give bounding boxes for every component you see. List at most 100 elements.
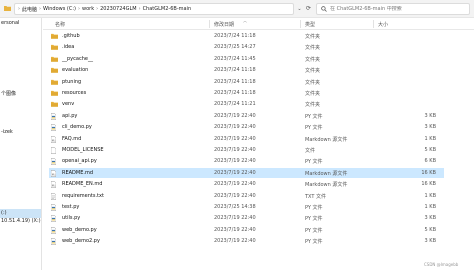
folder-icon xyxy=(51,79,58,85)
file-row[interactable]: resources 2023/7/24 11:18 文件夹 xyxy=(49,88,444,98)
svg-text:M↓: M↓ xyxy=(52,184,56,188)
file-size: 16 KB xyxy=(421,181,436,188)
file-row[interactable]: api.py 2023/7/19 22:40 PY 文件 3 KB xyxy=(49,111,444,121)
file-icon xyxy=(50,147,57,154)
file-date: 2023/7/19 22:40 xyxy=(214,226,256,233)
file-name: requirements.txt xyxy=(62,192,104,199)
file-date: 2023/7/24 11:18 xyxy=(214,67,256,74)
file-date: 2023/7/19 22:40 xyxy=(214,147,256,153)
file-type: PY 文件 xyxy=(305,239,323,246)
file-name: web_demo.py xyxy=(62,226,97,233)
file-type: PY 文件 xyxy=(305,205,323,211)
python-file-icon xyxy=(50,226,57,234)
file-row[interactable]: .idea 2023/7/25 14:27 文件夹 xyxy=(49,42,444,52)
address-bar[interactable]: › 此电脑 › Windows (C:) › work › 20230724GLM › ChatG… xyxy=(14,3,294,15)
address-dropdown-icon[interactable]: ⌄ xyxy=(295,4,304,14)
file-size: 1 KB xyxy=(424,192,436,199)
file-type: PY 文件 xyxy=(305,125,323,132)
svg-text:M↓: M↓ xyxy=(52,172,56,176)
file-name: __pycache__ xyxy=(62,55,93,62)
column-header-row: 名称 ︿ 修改日期 类型 大小 xyxy=(43,18,474,30)
python-file-icon xyxy=(50,124,57,131)
breadcrumb-item[interactable]: Windows (C:) xyxy=(43,6,76,12)
file-date: 2023/7/19 22:40 xyxy=(214,135,256,142)
file-row[interactable]: openai_api.py 2023/7/19 22:40 PY 文件 6 KB xyxy=(49,156,444,166)
breadcrumb-separator-icon[interactable]: › xyxy=(78,6,80,12)
file-name: test.py xyxy=(62,204,80,210)
file-row[interactable]: M↓ FAQ.md 2023/7/19 22:40 Markdown 源文件 1 KB xyxy=(49,134,444,144)
sidebar-item[interactable]: -izek xyxy=(0,129,41,135)
search-icon xyxy=(321,6,327,12)
column-date[interactable]: 修改日期 xyxy=(214,21,234,28)
svg-text:M↓: M↓ xyxy=(52,138,56,142)
sidebar-item[interactable]: 10.51.4.19) (X:) xyxy=(0,218,41,224)
breadcrumb-separator-icon[interactable]: › xyxy=(39,6,41,12)
file-row[interactable]: ptuning 2023/7/24 11:18 文件夹 xyxy=(49,77,444,87)
file-row[interactable]: venv 2023/7/24 11:21 文件夹 xyxy=(49,99,444,109)
file-type: 文件夹 xyxy=(305,79,321,86)
file-type: 文件夹 xyxy=(305,68,321,75)
refresh-icon[interactable]: ⟳ xyxy=(304,4,313,14)
file-row[interactable]: cli_demo.py 2023/7/19 22:40 PY 文件 3 KB xyxy=(49,122,444,132)
file-name: cli_demo.py xyxy=(62,124,92,131)
file-size: 3 KB xyxy=(424,124,436,131)
file-name: api.py xyxy=(62,112,78,119)
file-date: 2023/7/19 22:40 xyxy=(214,181,256,188)
python-file-icon xyxy=(50,112,57,120)
markdown-file-icon: M↓ xyxy=(50,169,57,177)
file-date: 2023/7/19 22:40 xyxy=(214,124,256,131)
folder-icon xyxy=(51,56,58,62)
search-box[interactable] xyxy=(316,3,470,15)
file-row[interactable]: evaluation 2023/7/24 11:18 文件夹 xyxy=(49,65,444,75)
file-row[interactable]: .github 2023/7/24 11:18 文件夹 xyxy=(49,31,444,41)
column-name[interactable]: 名称 xyxy=(55,21,65,28)
address-toolbar: › 此电脑 › Windows (C:) › work › 20230724GLM › ChatG… xyxy=(0,0,474,18)
breadcrumb-item[interactable]: ChatGLM2-6B-main xyxy=(143,6,192,12)
file-row[interactable]: __pycache__ 2023/7/24 11:45 文件夹 xyxy=(49,54,444,64)
file-date: 2023/7/19 22:40 xyxy=(214,192,256,199)
file-name: FAQ.md xyxy=(62,135,82,142)
sidebar-item[interactable]: 个图像 xyxy=(0,90,41,97)
sidebar-item[interactable]: ersonal xyxy=(0,20,41,26)
breadcrumb-separator-icon[interactable]: › xyxy=(139,6,141,12)
text-file-icon xyxy=(50,192,57,200)
column-size[interactable]: 大小 xyxy=(378,21,388,28)
breadcrumb-separator-icon[interactable]: › xyxy=(18,6,20,12)
file-date: 2023/7/19 22:40 xyxy=(214,215,256,222)
breadcrumb-item[interactable]: work xyxy=(82,6,94,12)
file-name: ptuning xyxy=(62,78,82,85)
file-size: 16 KB xyxy=(421,169,436,176)
breadcrumb-separator-icon[interactable]: › xyxy=(96,6,98,12)
file-size: 3 KB xyxy=(424,215,436,222)
file-row[interactable]: M↓ README.md 2023/7/19 22:40 Markdown 源文件 16… xyxy=(49,167,444,178)
file-row[interactable]: test.py 2023/7/25 14:38 PY 文件 1 KB xyxy=(49,202,444,212)
file-date: 2023/7/19 22:40 xyxy=(214,158,256,165)
file-type: PY 文件 xyxy=(305,216,323,223)
file-name: resources xyxy=(62,90,87,96)
sidebar-item[interactable]: (:) xyxy=(0,209,41,218)
file-row[interactable]: requirements.txt 2023/7/19 22:40 TXT 文件 1 K… xyxy=(49,191,444,201)
python-file-icon xyxy=(50,204,57,211)
folder-icon xyxy=(51,33,58,39)
folder-icon xyxy=(3,4,12,14)
file-type: 文件 xyxy=(305,148,316,154)
file-type: 文件夹 xyxy=(305,102,321,109)
column-type[interactable]: 类型 xyxy=(305,21,315,28)
file-type: PY 文件 xyxy=(305,159,323,166)
file-size: 1 KB xyxy=(424,204,436,210)
file-row[interactable]: utils.py 2023/7/19 22:40 PY 文件 3 KB xyxy=(49,213,444,223)
file-type: 文件夹 xyxy=(305,56,321,63)
breadcrumb-item[interactable]: 20230724GLM xyxy=(100,6,136,12)
file-name: evaluation xyxy=(62,67,89,74)
file-row[interactable]: web_demo2.py 2023/7/19 22:40 PY 文件 3 KB xyxy=(49,236,444,246)
file-date: 2023/7/24 11:21 xyxy=(214,101,256,108)
file-row[interactable]: web_demo.py 2023/7/19 22:40 PY 文件 5 KB xyxy=(49,225,444,235)
file-type: PY 文件 xyxy=(305,113,323,120)
file-row[interactable]: M↓ README_EN.md 2023/7/19 22:40 Markdown 源文… xyxy=(49,179,444,189)
file-row[interactable]: MODEL_LICENSE 2023/7/19 22:40 文件 5 KB xyxy=(49,145,444,155)
search-input[interactable] xyxy=(330,6,460,12)
file-date: 2023/7/24 11:45 xyxy=(214,55,256,62)
file-type: 文件夹 xyxy=(305,34,321,40)
breadcrumb-item[interactable]: 此电脑 xyxy=(22,6,37,13)
file-name: .github xyxy=(62,33,80,39)
